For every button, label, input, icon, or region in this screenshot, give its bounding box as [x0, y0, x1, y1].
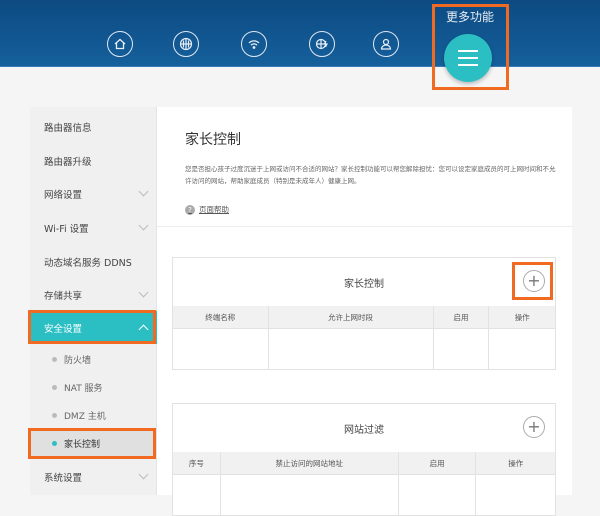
sidebar-item-ddns[interactable]: 动态域名服务 DDNS — [30, 245, 157, 278]
help-icon: ? — [185, 204, 195, 215]
page-title: 家长控制 — [185, 132, 241, 148]
globe-settings-icon[interactable] — [309, 31, 335, 57]
column-header: 终端名称 — [173, 306, 269, 328]
sidebar-item-label: DMZ 主机 — [64, 411, 106, 422]
add-parental-rule-button[interactable]: + — [523, 270, 545, 292]
sidebar-item-label: 路由器信息 — [44, 122, 92, 134]
add-website-filter-button[interactable]: + — [523, 416, 545, 438]
sidebar: 路由器信息 路由器升级 网络设置 Wi-Fi 设置 动态域名服务 DDNS 存储… — [30, 107, 157, 495]
sidebar-subitem-parental-control[interactable]: 家长控制 — [30, 429, 157, 458]
sidebar-item-network[interactable]: 网络设置 — [30, 177, 157, 210]
column-header: 禁止访问的网站地址 — [221, 452, 399, 474]
chevron-down-icon — [138, 287, 149, 298]
help-link-label: 页面帮助 — [199, 205, 229, 214]
sidebar-item-label: NAT 服务 — [64, 383, 103, 394]
column-header: 启用 — [434, 306, 490, 328]
sidebar-item-label: 动态域名服务 DDNS — [44, 257, 132, 269]
sidebar-item-label: 存储共享 — [44, 290, 83, 302]
sidebar-item-router-info[interactable]: 路由器信息 — [30, 110, 157, 143]
bullet-icon — [52, 356, 57, 362]
top-nav-bar: 更多功能 — [0, 0, 600, 67]
bullet-icon — [52, 412, 57, 418]
sidebar-subitem-nat[interactable]: NAT 服务 — [30, 373, 157, 401]
page-description: 您是否担心孩子过度沉迷于上网或访问不合适的网站？家长控制功能可以帮您解除担忧：您… — [185, 165, 556, 185]
chevron-down-icon — [138, 186, 149, 197]
table-row — [173, 328, 556, 369]
sidebar-item-security[interactable]: 安全设置 — [30, 311, 157, 344]
card-title: 家长控制 — [344, 278, 384, 290]
divider — [157, 226, 572, 227]
sidebar-item-label: Wi-Fi 设置 — [44, 223, 89, 235]
more-functions-label: 更多功能 — [446, 10, 495, 24]
chevron-down-icon — [138, 469, 149, 480]
sidebar-subitem-dmz[interactable]: DMZ 主机 — [30, 401, 157, 429]
table-header: 终端名称 允许上网时段 启用 操作 — [173, 306, 555, 328]
sidebar-item-label: 网络设置 — [44, 189, 83, 201]
sidebar-item-label: 防火墙 — [64, 355, 92, 366]
home-icon[interactable] — [107, 31, 133, 57]
sidebar-item-wifi[interactable]: Wi-Fi 设置 — [30, 211, 157, 244]
more-functions-menu-button[interactable] — [444, 34, 492, 82]
parental-control-card: 家长控制 + 终端名称 允许上网时段 启用 操作 — [172, 257, 556, 370]
sidebar-item-system[interactable]: 系统设置 — [30, 460, 157, 493]
card-title: 网站过滤 — [344, 424, 384, 436]
website-filter-card: 网站过滤 + 序号 禁止访问的网站地址 启用 操作 — [172, 403, 556, 516]
chevron-down-icon — [138, 220, 149, 231]
page-help-link[interactable]: ? 页面帮助 — [185, 204, 229, 215]
wifi-icon[interactable] — [241, 31, 267, 57]
column-header: 操作 — [514, 312, 530, 322]
sidebar-item-label: 路由器升级 — [44, 156, 92, 168]
column-header: 允许上网时段 — [269, 306, 434, 328]
column-header: 启用 — [399, 452, 477, 474]
table-header: 序号 禁止访问的网站地址 启用 操作 — [173, 452, 555, 474]
sidebar-item-storage[interactable]: 存储共享 — [30, 278, 157, 311]
chevron-up-icon — [138, 324, 149, 335]
column-header: 序号 — [173, 452, 221, 474]
sidebar-subitem-firewall[interactable]: 防火墙 — [30, 345, 157, 373]
sidebar-item-label: 家长控制 — [64, 440, 101, 450]
main-content: 家长控制 您是否担心孩子过度沉迷于上网或访问不合适的网站？家长控制功能可以帮您解… — [157, 107, 572, 516]
globe-icon[interactable] — [173, 31, 199, 57]
column-header: 操作 — [508, 458, 524, 468]
bullet-icon — [52, 384, 57, 390]
sidebar-item-router-upgrade[interactable]: 路由器升级 — [30, 144, 157, 177]
user-icon[interactable] — [373, 31, 399, 57]
bullet-icon — [52, 441, 57, 446]
sidebar-item-label: 安全设置 — [44, 323, 83, 335]
sidebar-item-label: 系统设置 — [44, 472, 83, 484]
